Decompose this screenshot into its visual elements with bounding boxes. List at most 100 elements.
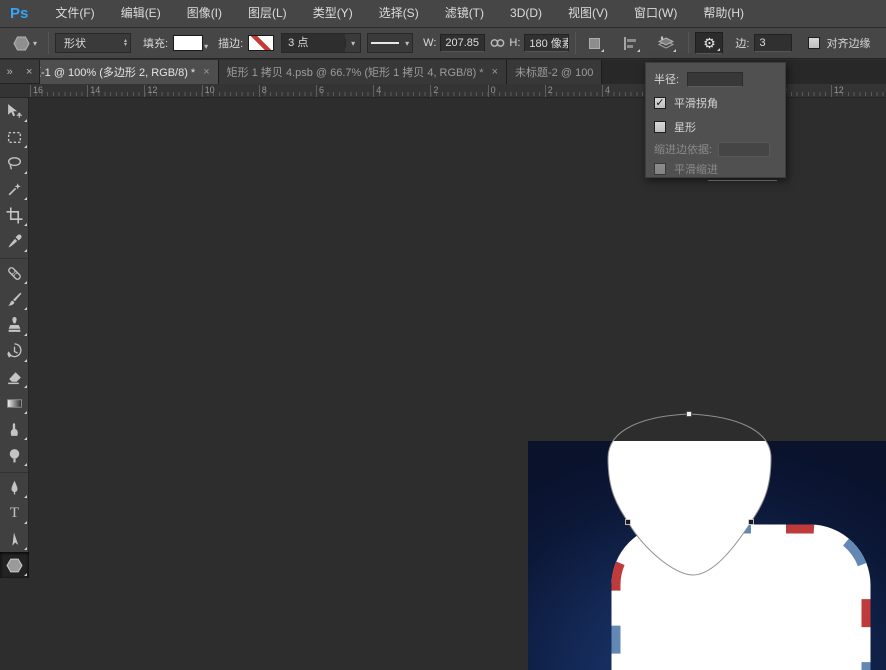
quick-selection-tool[interactable]	[0, 176, 29, 202]
history-brush-tool[interactable]	[0, 338, 29, 364]
sides-label: 边:	[735, 35, 749, 51]
crop-tool-icon	[6, 207, 23, 224]
align-edges-checkbox[interactable]	[808, 37, 820, 49]
ruler-tick-label: 16	[33, 85, 43, 95]
path-operations-icon	[588, 37, 601, 50]
lasso-tool[interactable]	[0, 150, 29, 176]
polygon-tool[interactable]	[0, 552, 29, 578]
stroke-type-select[interactable]: ▾	[367, 33, 413, 53]
ruler-tick-label: 4	[605, 85, 610, 95]
path-alignment-button[interactable]	[618, 32, 642, 54]
tool-group-divider	[0, 468, 28, 473]
document-canvas[interactable]	[528, 441, 886, 670]
crop-tool[interactable]	[0, 202, 29, 228]
move-tool[interactable]	[0, 98, 29, 124]
radius-input[interactable]	[687, 72, 743, 87]
polygon-tool-icon	[6, 557, 23, 574]
height-value: 180 像素	[529, 35, 569, 51]
ruler-tick-label: 6	[319, 85, 324, 95]
clone-stamp-tool[interactable]	[0, 312, 29, 338]
clone-stamp-tool-icon	[6, 317, 23, 334]
close-panel-icon[interactable]: ×	[26, 66, 32, 78]
menu-item[interactable]: 视图(V)	[555, 0, 621, 27]
menu-item[interactable]: 窗口(W)	[621, 0, 690, 27]
type-tool[interactable]: T	[0, 500, 29, 526]
path-alignment-icon	[623, 37, 637, 50]
eyedropper-tool[interactable]	[0, 228, 29, 254]
tools-panel: T	[0, 98, 29, 572]
indent-sides-label: 缩进边依据:	[654, 141, 712, 157]
brush-tool[interactable]	[0, 286, 29, 312]
link-dimensions-button[interactable]	[488, 32, 506, 54]
chevron-down-icon	[673, 49, 676, 52]
tab-close-icon[interactable]: ×	[492, 66, 498, 78]
flyout-corner-icon	[24, 437, 27, 440]
polygon-options-popup: 半径: ✓ 平滑拐角 星形 缩进边依据: 平滑缩进	[645, 62, 786, 178]
smooth-corners-label: 平滑拐角	[674, 95, 718, 111]
brush-tool-icon	[6, 291, 23, 308]
path-operations-button[interactable]	[582, 32, 606, 54]
menu-item[interactable]: 3D(D)	[497, 0, 555, 27]
history-brush-tool-icon	[6, 343, 23, 360]
pen-tool[interactable]	[0, 474, 29, 500]
flyout-corner-icon	[24, 573, 27, 576]
menu-item[interactable]: 选择(S)	[366, 0, 432, 27]
gear-icon: ⚙	[703, 35, 716, 52]
radius-label: 半径:	[654, 71, 679, 87]
link-width-height-icon	[490, 38, 505, 48]
divider	[708, 180, 777, 181]
document-tab[interactable]: 未标题-2 @ 100	[507, 60, 602, 84]
ruler-tick-label: 12	[147, 85, 157, 95]
smudge-tool[interactable]	[0, 416, 29, 442]
menu-item[interactable]: 类型(Y)	[300, 0, 366, 27]
dodge-tool[interactable]	[0, 442, 29, 468]
stroke-width-value: 3 点	[282, 34, 345, 52]
menu-item[interactable]: 帮助(H)	[690, 0, 757, 27]
anchor-point-top[interactable]	[687, 412, 692, 417]
rectangular-marquee-tool[interactable]	[0, 124, 29, 150]
document-tab[interactable]: 矩形 1 拷贝 4.psb @ 66.7% (矩形 1 拷贝 4, RGB/8)…	[219, 60, 507, 84]
stroke-swatch	[248, 35, 274, 51]
path-selection-tool[interactable]	[0, 526, 29, 552]
move-tool-icon	[6, 103, 23, 120]
menu-item[interactable]: 图层(L)	[235, 0, 300, 27]
photoshop-logo: Ps	[0, 5, 42, 22]
flyout-corner-icon	[24, 281, 27, 284]
expand-panel-icon[interactable]: »	[7, 66, 13, 78]
gradient-tool-icon	[6, 395, 23, 412]
sides-input[interactable]: 3	[754, 34, 792, 52]
menu-item[interactable]: 图像(I)	[174, 0, 235, 27]
spot-healing-brush-tool[interactable]	[0, 260, 29, 286]
stroke-swatch-button[interactable]	[248, 35, 274, 51]
divider	[48, 32, 49, 54]
menu-item[interactable]: 文件(F)	[42, 0, 107, 27]
menu-item[interactable]: 编辑(E)	[108, 0, 174, 27]
tab-title: 未标题-2 @ 100	[515, 64, 593, 80]
smooth-corners-checkbox[interactable]: ✓	[654, 97, 666, 109]
flyout-corner-icon	[24, 333, 27, 336]
width-value: 207.85	[445, 37, 479, 49]
flyout-corner-icon	[24, 359, 27, 362]
gradient-tool[interactable]	[0, 390, 29, 416]
path-arrangement-icon	[658, 36, 674, 50]
width-input[interactable]: 207.85	[440, 34, 485, 52]
geometry-options-button[interactable]: ⚙	[695, 32, 723, 54]
flyout-corner-icon	[24, 119, 27, 122]
tab-close-icon[interactable]: ×	[203, 66, 209, 78]
path-arrangement-button[interactable]	[654, 32, 678, 54]
ruler-tick-label: 12	[834, 85, 844, 95]
quick-selection-tool-icon	[6, 181, 23, 198]
sides-value: 3	[759, 37, 765, 49]
tool-mode-select[interactable]: 形状 ▴▾	[55, 33, 131, 53]
height-input[interactable]: 180 像素	[524, 34, 569, 52]
stroke-width-select[interactable]: 3 点 ▾	[281, 33, 361, 53]
tool-preset-picker[interactable]: ▾	[8, 32, 42, 54]
star-checkbox[interactable]	[654, 121, 666, 133]
fill-swatch-button[interactable]: ▾	[173, 35, 208, 51]
dodge-tool-icon	[6, 447, 23, 464]
pen-tool-icon	[6, 479, 23, 496]
eraser-tool[interactable]	[0, 364, 29, 390]
spot-healing-brush-tool-icon	[6, 265, 23, 282]
menu-item[interactable]: 滤镜(T)	[432, 0, 497, 27]
flyout-corner-icon	[24, 307, 27, 310]
